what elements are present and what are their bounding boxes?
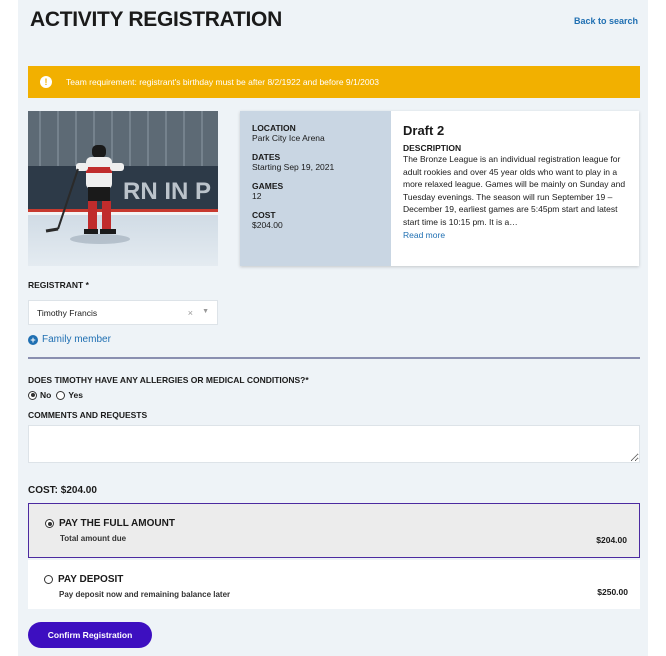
dates-value: Starting Sep 19, 2021 — [252, 162, 335, 172]
clear-icon[interactable]: × — [188, 308, 193, 318]
pay-full-title: PAY THE FULL AMOUNT — [59, 518, 175, 529]
activity-name: Draft 2 — [403, 123, 445, 138]
pay-full-option[interactable]: PAY THE FULL AMOUNT Total amount due $20… — [28, 503, 640, 558]
medical-question: DOES TIMOTHY HAVE ANY ALLERGIES OR MEDIC… — [28, 375, 309, 385]
medical-no-label: No — [40, 390, 52, 400]
pay-deposit-radio[interactable] — [44, 575, 53, 584]
cost-label: COST — [252, 210, 276, 220]
dates-label: DATES — [252, 152, 281, 162]
pay-deposit-option[interactable]: PAY DEPOSIT Pay deposit now and remainin… — [28, 560, 640, 609]
location-value: Park City Ice Arena — [252, 133, 325, 143]
cost-total: COST: $204.00 — [28, 485, 97, 496]
medical-yes-radio[interactable] — [56, 390, 66, 400]
plus-circle-icon: + — [28, 334, 38, 345]
add-family-member-link[interactable]: + Family member — [28, 334, 111, 345]
medical-no-radio[interactable] — [28, 390, 37, 400]
registration-page: ACTIVITY REGISTRATION Back to search ! T… — [18, 0, 648, 656]
read-more-link[interactable]: Read more — [403, 230, 627, 240]
registrant-select[interactable]: Timothy Francis × ▼ — [28, 300, 218, 325]
comments-textarea[interactable] — [28, 425, 640, 463]
page-title: ACTIVITY REGISTRATION — [30, 8, 282, 31]
svg-text:RN IN P: RN IN P — [123, 178, 211, 205]
activity-card: LOCATION Park City Ice Arena DATES Start… — [240, 111, 639, 266]
games-value: 12 — [252, 191, 262, 201]
section-divider — [28, 357, 640, 359]
medical-radio-group: No Yes — [28, 390, 83, 400]
family-member-label: Family member — [42, 334, 111, 345]
description-label: DESCRIPTION — [403, 143, 462, 153]
activity-description: Draft 2 DESCRIPTION The Bronze League is… — [391, 111, 639, 266]
alert-text: Team requirement: registrant's birthday … — [66, 77, 380, 87]
pay-deposit-amount: $250.00 — [597, 587, 628, 597]
chevron-down-icon[interactable]: ▼ — [202, 308, 209, 315]
pay-full-amount: $204.00 — [596, 535, 627, 545]
hockey-player-image: RN IN P — [28, 111, 218, 266]
pay-full-radio[interactable] — [45, 519, 54, 528]
comments-label: COMMENTS AND REQUESTS — [28, 410, 148, 420]
registrant-selected-value: Timothy Francis — [37, 307, 98, 318]
back-to-search-link[interactable]: Back to search — [574, 16, 638, 26]
requirement-alert: ! Team requirement: registrant's birthda… — [28, 66, 640, 98]
pay-deposit-subtitle: Pay deposit now and remaining balance la… — [59, 590, 231, 599]
medical-yes-label: Yes — [68, 390, 83, 400]
activity-photo: RN IN P — [28, 111, 218, 266]
location-label: LOCATION — [252, 123, 296, 133]
pay-full-subtitle: Total amount due — [60, 534, 127, 543]
warning-icon: ! — [40, 76, 52, 88]
games-label: GAMES — [252, 181, 284, 191]
description-text: The Bronze League is an individual regis… — [403, 154, 626, 227]
confirm-registration-button[interactable]: Confirm Registration — [28, 622, 152, 648]
cost-value: $204.00 — [252, 220, 283, 230]
pay-deposit-title: PAY DEPOSIT — [58, 574, 124, 585]
registrant-label: REGISTRANT * — [28, 280, 89, 290]
activity-details: LOCATION Park City Ice Arena DATES Start… — [240, 111, 391, 266]
